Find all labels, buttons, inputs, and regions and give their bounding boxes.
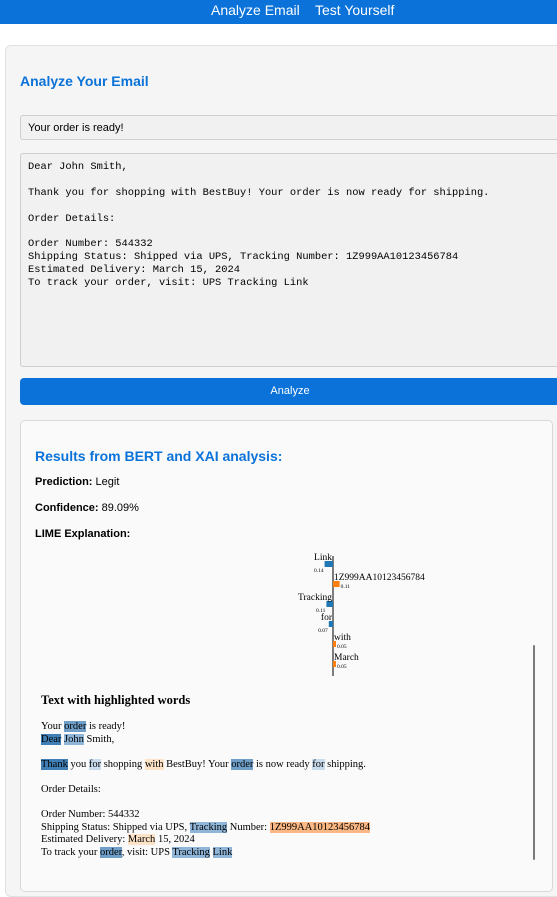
lime-feature-label: Tracking [298, 593, 332, 603]
email-body-textarea[interactable]: Dear John Smith, Thank you for shopping … [20, 153, 557, 367]
lime-feature-label: March [334, 653, 359, 663]
highlighted-text: Your order is ready! Dear John Smith, Than… [41, 721, 521, 860]
highlighted-word: with [144, 758, 164, 770]
top-nav-bar: Analyze Email Test Yourself [0, 0, 557, 24]
highlight-line: Thank you for shopping with BestBuy! You… [41, 758, 366, 770]
highlighted-word: for [88, 758, 102, 770]
highlighted-word: Tracking [189, 821, 228, 833]
highlighted-word: Tracking [172, 846, 210, 858]
subject-input[interactable] [20, 115, 557, 140]
highlight-line: Shipping Status: Shipped via UPS, Tracki… [41, 821, 371, 833]
lime-feature-label: for [321, 612, 333, 623]
highlight-line: Order Details: [41, 783, 101, 795]
highlighted-word: order [231, 758, 254, 770]
highlight-line: Order Number: 544332 [41, 809, 140, 821]
highlighted-word: Thank [41, 758, 68, 770]
highlight-line: To track your order, visit: UPS Tracking… [41, 846, 233, 858]
nav-analyze-email[interactable]: Analyze Email [211, 2, 300, 18]
highlighted-word: order [100, 846, 122, 858]
highlight-line [41, 746, 521, 759]
highlighted-word: March [127, 834, 156, 846]
highlighted-word: Link [212, 846, 233, 858]
highlighted-word: Dear [41, 733, 62, 745]
lime-feature-label: Link [314, 553, 332, 563]
lime-feature-label: with [334, 633, 351, 643]
scrollbar[interactable] [533, 645, 535, 860]
highlight-line [41, 771, 521, 784]
nav-test-yourself[interactable]: Test Yourself [315, 2, 394, 18]
results-title: Results from BERT and XAI analysis: [35, 448, 283, 464]
lime-feature-label: 1Z999AA10123456784 [334, 573, 425, 583]
lime-value-label: 0.05 [337, 664, 347, 670]
lime-value-label: 0.05 [337, 644, 347, 650]
highlight-line: Estimated Delivery: March 15, 2024 [41, 834, 195, 846]
analyze-button[interactable]: Analyze [20, 378, 557, 405]
lime-label: LIME Explanation: [35, 528, 131, 540]
lime-value-label: 0.07 [318, 628, 328, 634]
prediction-label: Prediction: [35, 476, 93, 488]
confidence-value: 89.09% [101, 502, 139, 514]
highlight-line: Your order is ready! [41, 721, 126, 732]
highlight-title: Text with highlighted words [41, 693, 191, 707]
confidence-line: Confidence: 89.09% [35, 502, 139, 514]
lime-value-label: 0.14 [314, 568, 324, 574]
highlighted-word: order [64, 721, 87, 732]
highlight-line [41, 797, 521, 810]
lime-value-label: 0.11 [341, 584, 351, 590]
page-title: Analyze Your Email [20, 73, 149, 89]
highlight-line: Dear John Smith, [41, 733, 115, 745]
highlighted-word: for [312, 758, 325, 770]
highlighted-word: 1Z999AA10123456784 [269, 821, 371, 833]
lime-explanation-chart: Link 0.14 1Z999AA101234567840.11 Tracking 0.… [298, 553, 425, 676]
prediction-value: Legit [95, 476, 120, 488]
prediction-line: Prediction: Legit [35, 476, 119, 488]
highlighted-word: John [64, 733, 84, 745]
confidence-label: Confidence: [35, 502, 99, 514]
